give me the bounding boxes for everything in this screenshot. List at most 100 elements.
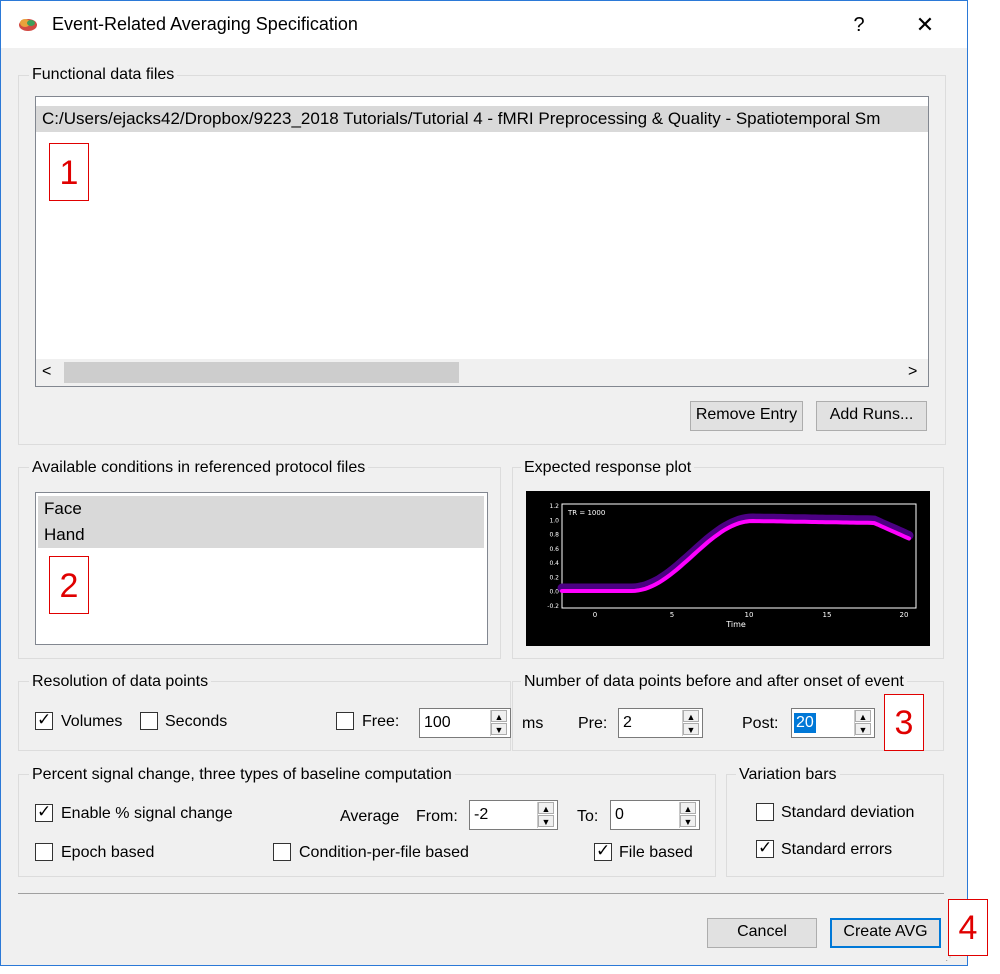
to-value: 0 <box>615 806 624 823</box>
spin-down-icon[interactable]: ▼ <box>855 723 871 735</box>
condition-per-file-checkbox[interactable] <box>273 843 291 861</box>
spin-down-icon[interactable]: ▼ <box>683 723 699 735</box>
annotation-2: 2 <box>49 556 89 614</box>
functional-files-title: Functional data files <box>29 65 178 85</box>
from-value: -2 <box>474 806 489 823</box>
dialog-window: Event-Related Averaging Specification ? … <box>0 0 968 966</box>
create-avg-button[interactable]: Create AVG <box>830 918 941 948</box>
scroll-right-icon[interactable]: > <box>908 362 922 382</box>
plot-error-band <box>557 513 914 593</box>
plot-y-tick: 0.0 <box>549 589 559 596</box>
help-button[interactable]: ? <box>839 9 879 41</box>
plot-y-tick: 0.6 <box>549 546 559 553</box>
from-spinbox[interactable]: -2 ▲ ▼ <box>469 800 558 830</box>
post-label: Post: <box>742 715 779 732</box>
plot-y-tick: 1.0 <box>549 517 559 524</box>
pre-spinbox[interactable]: 2 ▲ ▼ <box>618 708 703 738</box>
data-points-title: Number of data points before and after o… <box>521 672 907 692</box>
standard-deviation-checkbox[interactable] <box>756 803 774 821</box>
post-value: 20 <box>794 713 816 733</box>
standard-errors-label: Standard errors <box>781 841 893 858</box>
annotation-3: 3 <box>884 694 924 751</box>
close-button[interactable]: ✕ <box>905 9 945 41</box>
spin-up-icon[interactable]: ▲ <box>538 802 554 814</box>
scroll-left-icon[interactable]: < <box>42 362 56 382</box>
plot-xlabel: Time <box>725 620 746 629</box>
spin-down-icon[interactable]: ▼ <box>538 815 554 827</box>
list-item[interactable]: Hand <box>38 522 484 548</box>
resolution-title: Resolution of data points <box>29 672 212 692</box>
plot-x-tick: 10 <box>745 611 754 619</box>
check-icon: ✓ <box>596 841 611 860</box>
condition-per-file-label: Condition-per-file based <box>299 844 469 861</box>
average-label: Average <box>340 808 400 825</box>
post-spinbox[interactable]: 20 ▲ ▼ <box>791 708 875 738</box>
add-runs-button[interactable]: Add Runs... <box>816 401 927 431</box>
remove-entry-button[interactable]: Remove Entry <box>690 401 803 431</box>
conditions-list[interactable]: Face Hand <box>35 492 488 645</box>
plot-y-tick: 1.2 <box>549 503 559 510</box>
title-bar: Event-Related Averaging Specification ? … <box>1 1 967 48</box>
seconds-label: Seconds <box>165 713 228 730</box>
epoch-based-checkbox[interactable] <box>35 843 53 861</box>
to-label: To: <box>577 808 599 825</box>
plot-y-tick: 0.8 <box>549 532 559 539</box>
app-logo-icon <box>17 14 39 34</box>
spin-up-icon[interactable]: ▲ <box>680 802 696 814</box>
plot-y-tick: 0.2 <box>549 574 559 581</box>
epoch-based-label: Epoch based <box>61 844 155 861</box>
plot-x-tick: 0 <box>593 611 597 619</box>
check-icon: ✓ <box>37 802 52 821</box>
from-spin-arrows[interactable]: ▲ ▼ <box>537 802 555 828</box>
plot-x-tick: 20 <box>900 611 909 619</box>
annotation-1: 1 <box>49 143 89 201</box>
plot-y-tick: -0.2 <box>547 603 559 610</box>
psc-title: Percent signal change, three types of ba… <box>29 765 455 785</box>
spin-up-icon[interactable]: ▲ <box>491 710 507 722</box>
pre-label: Pre: <box>578 715 608 732</box>
free-checkbox[interactable] <box>336 712 354 730</box>
standard-deviation-label: Standard deviation <box>781 804 915 821</box>
from-label: From: <box>416 808 458 825</box>
plot-y-tick: 0.4 <box>549 560 559 567</box>
variation-bars-title: Variation bars <box>736 765 840 785</box>
list-item[interactable]: C:/Users/ejacks42/Dropbox/9223_2018 Tuto… <box>36 106 928 132</box>
file-based-checkbox[interactable]: ✓ <box>594 841 612 861</box>
scrollbar-thumb[interactable] <box>64 362 459 383</box>
file-based-label: File based <box>619 844 693 861</box>
footer-separator <box>18 893 944 894</box>
plot-response-line <box>560 518 911 593</box>
check-icon: ✓ <box>37 710 52 729</box>
list-item[interactable]: Face <box>38 496 484 522</box>
spin-up-icon[interactable]: ▲ <box>855 710 871 722</box>
plot-x-tick: 5 <box>670 611 674 619</box>
free-label: Free: <box>362 713 400 730</box>
standard-errors-checkbox[interactable]: ✓ <box>756 838 774 858</box>
plot-x-tick: 15 <box>823 611 832 619</box>
plot-tr-label: TR = 1000 <box>567 509 605 517</box>
enable-psc-checkbox[interactable]: ✓ <box>35 802 53 822</box>
enable-psc-label: Enable % signal change <box>61 805 233 822</box>
response-plot-svg: TR = 1000 Time 1.2 1.0 0.8 0.6 0.4 0.2 0.0 -0.2… <box>547 503 917 629</box>
horizontal-scrollbar[interactable]: < > <box>36 359 928 386</box>
spin-up-icon[interactable]: ▲ <box>683 710 699 722</box>
volumes-label: Volumes <box>61 713 123 730</box>
free-spinbox[interactable]: 100 ▲ ▼ <box>419 708 511 738</box>
functional-files-list[interactable]: C:/Users/ejacks42/Dropbox/9223_2018 Tuto… <box>35 96 929 387</box>
pre-value: 2 <box>623 714 632 731</box>
post-spin-arrows[interactable]: ▲ ▼ <box>854 710 872 736</box>
check-icon: ✓ <box>758 838 773 857</box>
to-spinbox[interactable]: 0 ▲ ▼ <box>610 800 700 830</box>
pre-spin-arrows[interactable]: ▲ ▼ <box>682 710 700 736</box>
response-plot-title: Expected response plot <box>521 458 695 478</box>
spin-down-icon[interactable]: ▼ <box>680 815 696 827</box>
spin-down-icon[interactable]: ▼ <box>491 723 507 735</box>
cancel-button[interactable]: Cancel <box>707 918 817 948</box>
free-spin-arrows[interactable]: ▲ ▼ <box>490 710 508 736</box>
variation-bars-group <box>726 774 944 877</box>
response-plot: TR = 1000 Time 1.2 1.0 0.8 0.6 0.4 0.2 0.0 -0.2… <box>526 491 930 646</box>
to-spin-arrows[interactable]: ▲ ▼ <box>679 802 697 828</box>
seconds-checkbox[interactable] <box>140 712 158 730</box>
volumes-checkbox[interactable]: ✓ <box>35 710 53 730</box>
window-title: Event-Related Averaging Specification <box>52 14 358 34</box>
